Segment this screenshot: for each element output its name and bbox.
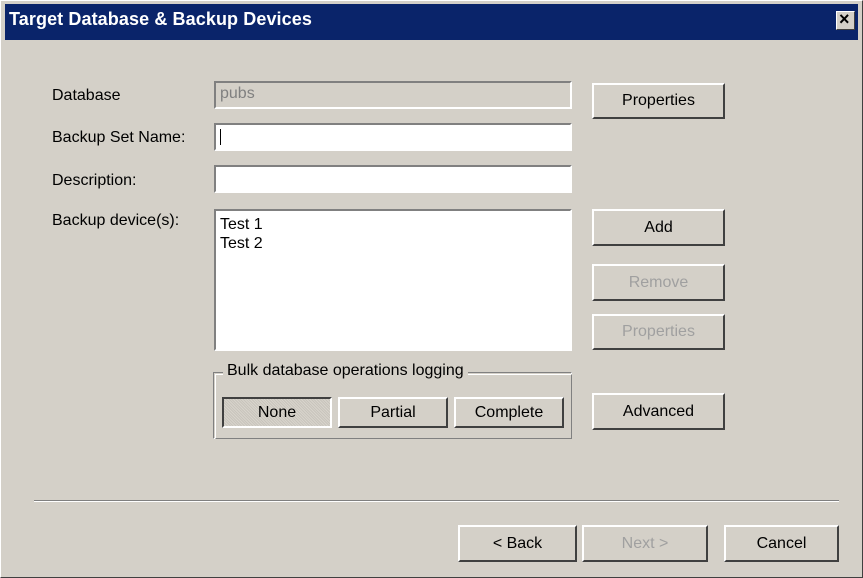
description-input[interactable] [214,165,572,193]
device-item-2[interactable]: Test 2 [220,234,570,253]
cancel-button-label: Cancel [756,534,807,552]
title-bar: Target Database & Backup Devices × [5,4,858,40]
database-field: pubs [214,81,572,109]
remove-button: Remove [592,264,725,301]
logging-none-label: None [257,403,297,421]
backup-devices-list[interactable]: Test 1 Test 2 [214,209,572,351]
backup-set-name-input[interactable] [214,123,572,151]
remove-button-label: Remove [628,273,689,291]
logging-none-button[interactable]: None [222,397,332,428]
close-icon: × [839,9,850,29]
bulk-logging-group-title: Bulk database operations logging [223,362,468,380]
logging-complete-label: Complete [474,403,544,421]
add-button-label: Add [644,218,673,236]
back-button[interactable]: < Back [458,525,577,562]
cancel-button[interactable]: Cancel [724,525,839,562]
database-label: Database [52,87,121,104]
close-button[interactable]: × [836,9,855,30]
logging-partial-button[interactable]: Partial [338,397,448,428]
next-button-label: Next > [621,534,669,552]
properties-button-bottom: Properties [592,314,725,350]
advanced-button-label: Advanced [622,402,695,420]
properties-button-top[interactable]: Properties [592,83,725,119]
description-label: Description: [52,172,137,189]
backup-set-name-label: Backup Set Name: [52,129,186,146]
backup-wizard-dialog: Target Database & Backup Devices × Datab… [0,0,863,578]
logging-partial-label: Partial [370,403,416,421]
dialog-separator [34,500,839,502]
device-item-1[interactable]: Test 1 [220,215,570,234]
backup-devices-label: Backup device(s): [52,212,180,229]
properties-button-top-label: Properties [622,92,695,109]
next-button: Next > [582,525,708,562]
back-button-label: < Back [492,534,543,552]
logging-complete-button[interactable]: Complete [454,397,564,428]
dialog-title: Target Database & Backup Devices [9,9,312,29]
properties-button-bottom-label: Properties [622,323,695,340]
add-button[interactable]: Add [592,209,725,246]
advanced-button[interactable]: Advanced [592,393,725,430]
text-caret [220,129,221,145]
